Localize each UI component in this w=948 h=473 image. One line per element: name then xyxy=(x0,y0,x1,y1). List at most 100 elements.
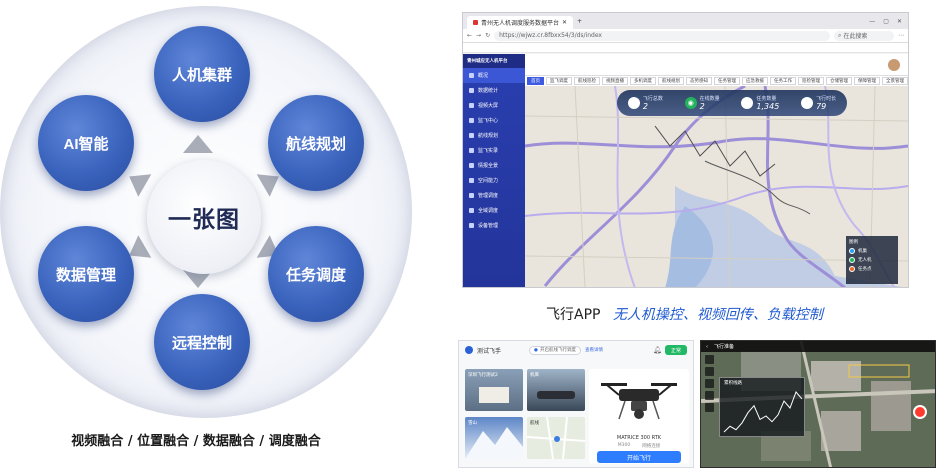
diagram-caption: 视频融合 / 位置融合 / 数据融合 / 调度融合 xyxy=(71,434,321,449)
sidebar-item[interactable]: 概况 xyxy=(463,68,525,83)
route-dispatch-pill[interactable]: ● 开启航线飞行调度 xyxy=(529,345,581,355)
left-toolbar xyxy=(703,355,716,455)
record-button[interactable] xyxy=(913,405,927,419)
node-label: 数据管理 xyxy=(55,266,116,284)
clock-icon: ◷ xyxy=(801,97,814,109)
app-caption-title: 飞行APP xyxy=(546,307,601,323)
flight-control-screen: ‹ 飞行准备 累积线路 xyxy=(700,340,936,468)
capability-diagram: 一张图 人机集群 航线规划 任务调度 远程控制 数据管理 AI智能 视频融合 /… xyxy=(0,0,436,473)
start-flight-button[interactable]: 开始飞行 xyxy=(597,451,681,463)
sidebar-item[interactable]: 空间能力 xyxy=(463,173,525,188)
platform-tab[interactable]: 视频直播 xyxy=(602,77,628,85)
legend-swatch xyxy=(849,248,855,254)
sidebar-item-label: 全域调度 xyxy=(478,208,499,214)
thumb-object xyxy=(479,387,509,403)
stats-bar: ✈ 飞行总数 2 ◉ 在线数量 2 ▣ 任务数量 1,345 ◷ 飞行时长 79 xyxy=(617,90,847,116)
chart-canvas xyxy=(723,391,803,433)
sidebar-item[interactable]: 监飞实录 xyxy=(463,143,525,158)
close-window-icon[interactable]: ✕ xyxy=(897,18,902,25)
stat-label: 飞行总数 xyxy=(642,96,663,102)
sidebar-item[interactable]: 视频大屏 xyxy=(463,98,525,113)
thumb-label: 航线 xyxy=(530,421,539,426)
stat-value: 1,345 xyxy=(756,102,780,111)
node-label: 任务调度 xyxy=(285,266,346,284)
browser-tab[interactable]: 青州无人机调度服务数据平台 ✕ xyxy=(467,16,574,29)
sidebar-item[interactable]: 情报全景 xyxy=(463,158,525,173)
sidebar-item[interactable]: 航线规划 xyxy=(463,128,525,143)
sidebar-item-label: 情报全景 xyxy=(478,163,499,169)
legend-label: 任务点 xyxy=(858,267,872,272)
back-icon[interactable]: ‹ xyxy=(706,344,708,350)
platform-tab[interactable]: 首页 xyxy=(527,77,544,85)
platform-tabs: 首页 监飞调度 航线巡检 视频直播 多机调度 航线规划 态势感知 任务管理 应急救援 任务工作 巡检… xyxy=(525,76,908,86)
thumb-object xyxy=(537,391,575,399)
platform-tab[interactable]: 保障管理 xyxy=(854,77,880,85)
center-hub: 一张图 xyxy=(147,160,261,274)
legend-label: 机巢 xyxy=(858,249,867,254)
sidebar-item[interactable]: 设备管理 xyxy=(463,218,525,233)
user-avatar[interactable] xyxy=(465,346,473,354)
forward-icon[interactable]: → xyxy=(476,32,481,39)
media-thumb[interactable]: 航线 xyxy=(527,417,585,459)
platform-tab[interactable]: 态势感知 xyxy=(686,77,712,85)
tool-button[interactable] xyxy=(705,379,714,388)
tab-title: 青州无人机调度服务数据平台 xyxy=(481,20,560,27)
node-task: 任务调度 xyxy=(268,226,364,322)
menu-icon xyxy=(469,73,474,78)
sidebar-item-label: 监飞实录 xyxy=(478,148,499,154)
platform-tab[interactable]: 任务工作 xyxy=(770,77,796,85)
platform-tab[interactable]: 任务管理 xyxy=(714,77,740,85)
tool-button[interactable] xyxy=(705,367,714,376)
sidebar-item[interactable]: 全域调度 xyxy=(463,203,525,218)
tab-close-icon[interactable]: ✕ xyxy=(562,19,567,26)
view-details-link[interactable]: 查看详情 xyxy=(585,347,603,353)
stat-value: 2 xyxy=(642,102,648,111)
platform-tab[interactable]: 航线规划 xyxy=(658,77,684,85)
new-tab-icon[interactable]: + xyxy=(577,18,582,25)
stat-flight-hours: ◷ 飞行时长 79 xyxy=(801,95,836,111)
platform-tab[interactable]: 巡检管理 xyxy=(798,77,824,85)
platform-tab[interactable]: 仓储管理 xyxy=(826,77,852,85)
maximize-icon[interactable]: ▢ xyxy=(883,18,889,25)
stat-label: 飞行时长 xyxy=(816,96,837,102)
sidebar-item[interactable]: 数据统计 xyxy=(463,83,525,98)
node-data: 数据管理 xyxy=(38,226,134,322)
map-view[interactable]: ✈ 飞行总数 2 ◉ 在线数量 2 ▣ 任务数量 1,345 ◷ 飞行时长 79… xyxy=(525,86,908,287)
stat-value: 2 xyxy=(699,102,705,111)
platform-tab[interactable]: 应急救援 xyxy=(742,77,768,85)
platform-tab[interactable]: 多机调度 xyxy=(630,77,656,85)
flight-control-topbar: ‹ 飞行准备 xyxy=(701,341,935,352)
media-thumb[interactable]: 深圳飞行测试2 xyxy=(465,369,523,411)
sidebar-item[interactable]: 管理调度 xyxy=(463,188,525,203)
menu-icon xyxy=(469,193,474,198)
thumb-label: 雪山 xyxy=(468,421,477,426)
bell-icon[interactable]: 🔔︎ xyxy=(653,346,662,354)
reload-icon[interactable]: ↻ xyxy=(485,32,490,39)
pill-text: 开启航线飞行调度 xyxy=(539,348,576,353)
node-label: 远程控制 xyxy=(171,334,232,352)
stat-label: 任务数量 xyxy=(756,96,777,102)
minimize-icon[interactable]: — xyxy=(869,18,875,25)
platform-tab[interactable]: 全景管理 xyxy=(882,77,908,85)
url-input[interactable]: https://wjwz.cr.8fbxx54/3/ds/index xyxy=(494,30,830,41)
legend-label: 无人机 xyxy=(858,258,872,263)
platform-brand: 青州城应无人机平台 xyxy=(463,54,525,68)
more-icon[interactable]: ⋯ xyxy=(898,32,904,39)
tool-button[interactable] xyxy=(705,355,714,364)
sidebar-item[interactable]: 监飞中心 xyxy=(463,113,525,128)
drone-card: MATRICE 300 RTK M300 网络连接 开始飞行 xyxy=(589,369,689,464)
tool-button[interactable] xyxy=(705,391,714,400)
platform-app: 青州城应无人机平台 概况 数据统计 视频大屏 监飞中心 航线规划 监飞实录 情报全景 空间能力… xyxy=(463,54,908,287)
node-label: AI智能 xyxy=(63,135,109,153)
media-thumb[interactable]: 机库 xyxy=(527,369,585,411)
platform-tab[interactable]: 航线巡检 xyxy=(574,77,600,85)
browser-search-input[interactable]: ⌕ 在此搜索 xyxy=(834,30,894,41)
node-label: 航线规划 xyxy=(285,135,346,153)
tool-button[interactable] xyxy=(705,403,714,412)
back-icon[interactable]: ← xyxy=(467,32,472,39)
browser-window: 青州无人机调度服务数据平台 ✕ + — ▢ ✕ ← → ↻ https://wj… xyxy=(462,12,909,288)
avatar[interactable] xyxy=(888,58,900,71)
platform-tab[interactable]: 监飞调度 xyxy=(546,77,572,85)
url-text: https://wjwz.cr.8fbxx54/3/ds/index xyxy=(499,32,602,39)
media-thumb[interactable]: 雪山 xyxy=(465,417,523,459)
